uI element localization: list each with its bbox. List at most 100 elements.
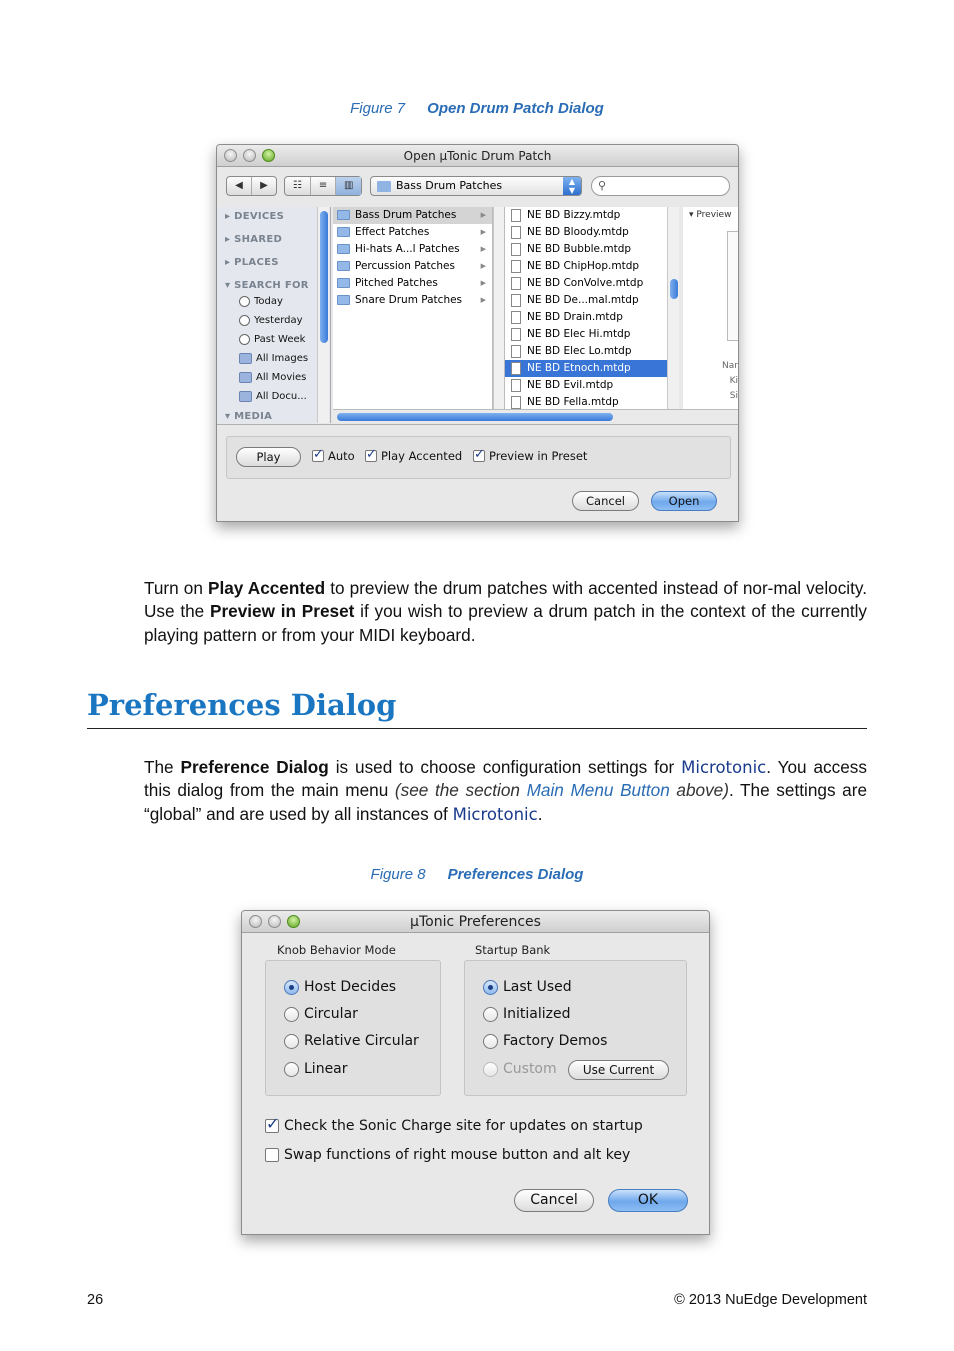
radio-factory-demos[interactable]: Factory Demos <box>483 1033 607 1049</box>
disclosure-arrow-icon: ▶ <box>480 279 486 287</box>
folder-row[interactable]: Snare Drum Patches ▶ <box>333 292 492 309</box>
preview-in-preset-checkbox[interactable]: Preview in Preset <box>473 447 587 463</box>
document-icon <box>511 379 521 392</box>
folder-icon <box>337 261 350 271</box>
scrollbar-thumb[interactable] <box>337 413 613 421</box>
play-button[interactable]: Play <box>236 447 301 467</box>
radio-relative-circular[interactable]: Relative Circular <box>284 1033 419 1049</box>
auto-checkbox[interactable]: Auto <box>312 447 355 463</box>
page-number: 26 <box>87 1292 104 1308</box>
search-input[interactable]: ⚲ <box>591 176 730 196</box>
forward-arrow-icon[interactable]: ▶ <box>252 177 276 195</box>
clock-icon <box>239 315 250 326</box>
cancel-button[interactable]: Cancel <box>572 491 639 511</box>
document-icon <box>511 209 521 222</box>
minimize-window-button[interactable] <box>243 149 256 162</box>
scrollbar-thumb[interactable] <box>320 211 328 343</box>
radio-empty-icon <box>483 1006 498 1022</box>
folder-icon <box>337 278 350 288</box>
checkbox-check-icon <box>365 447 377 462</box>
disclosure-arrow-icon: ▶ <box>480 296 486 304</box>
list-view-icon[interactable]: ≡ <box>311 177 337 195</box>
file-row[interactable]: NE BD Drain.mtdp <box>505 309 667 326</box>
figure-title: Preferences Dialog <box>447 866 584 883</box>
column-view-icon[interactable]: ▥ <box>336 177 362 195</box>
file-column-scrollbar[interactable] <box>667 207 679 409</box>
document-icon <box>511 396 521 409</box>
sidebar-section-places[interactable]: ▸ PLACES <box>225 257 330 268</box>
open-button[interactable]: Open <box>651 491 717 511</box>
startup-bank-group-label: Startup Bank <box>475 943 551 957</box>
location-label: Bass Drum Patches <box>396 179 503 192</box>
close-window-button[interactable] <box>224 149 237 162</box>
scrollbar-thumb[interactable] <box>670 279 678 299</box>
radio-last-used[interactable]: Last Used <box>483 979 572 995</box>
main-menu-button-link[interactable]: Main Menu Button <box>527 780 670 800</box>
folder-row[interactable]: Percussion Patches ▶ <box>333 258 492 275</box>
view-mode-buttons: ☷ ≡ ▥ <box>284 176 362 196</box>
title-bar: Open µTonic Drum Patch <box>217 145 738 167</box>
file-row[interactable]: NE BD ChipHop.mtdp <box>505 258 667 275</box>
ok-button[interactable]: OK <box>608 1189 688 1212</box>
minimize-window-button[interactable] <box>268 915 281 928</box>
folder-column-scrollbar[interactable] <box>493 207 505 409</box>
folder-row[interactable]: Hi-hats A...l Patches ▶ <box>333 241 492 258</box>
window-title: µTonic Preferences <box>410 914 541 930</box>
sidebar-section-shared[interactable]: ▸ SHARED <box>225 234 330 245</box>
preferences-dialog: µTonic Preferences Knob Behavior Mode Ho… <box>241 910 710 1235</box>
disclosure-arrow-icon: ▶ <box>480 228 486 236</box>
zoom-window-button[interactable] <box>287 915 300 928</box>
document-icon <box>511 277 521 290</box>
folder-row[interactable]: Bass Drum Patches ▶ <box>333 207 492 224</box>
folder-row[interactable]: Effect Patches ▶ <box>333 224 492 241</box>
preview-controls-area: Play Auto Play Accented Preview in Prese… <box>217 424 738 521</box>
section-divider <box>87 728 867 729</box>
section-title: Preferences Dialog <box>87 688 397 722</box>
title-bar: µTonic Preferences <box>242 911 709 933</box>
file-row[interactable]: NE BD Bubble.mtdp <box>505 241 667 258</box>
check-updates-checkbox[interactable]: Check the Sonic Charge site for updates … <box>265 1114 643 1134</box>
radio-linear[interactable]: Linear <box>284 1061 348 1077</box>
startup-bank-group: Last Used Initialized Factory Demos Cust… <box>464 960 687 1096</box>
smart-folder-icon <box>239 372 252 383</box>
folder-icon <box>337 295 350 305</box>
folder-icon <box>337 227 350 237</box>
file-row[interactable]: NE BD Elec Hi.mtdp <box>505 326 667 343</box>
location-popup[interactable]: Bass Drum Patches ▲ ▼ <box>370 176 582 196</box>
swap-mouse-checkbox[interactable]: Swap functions of right mouse button and… <box>265 1147 630 1163</box>
sidebar-section-search-for[interactable]: ▾ SEARCH FOR <box>225 280 330 291</box>
preview-column: ▾ Preview Nar Ki Si <box>683 207 738 409</box>
sidebar-scrollbar[interactable] <box>317 207 329 423</box>
cancel-button[interactable]: Cancel <box>514 1189 594 1212</box>
folder-row[interactable]: Pitched Patches ▶ <box>333 275 492 292</box>
figure-7-caption: Figure 7 Open Drum Patch Dialog <box>0 100 954 117</box>
close-window-button[interactable] <box>249 915 262 928</box>
open-drum-patch-dialog: Open µTonic Drum Patch ◀ ▶ ☷ ≡ ▥ Bass Dr… <box>216 144 739 522</box>
disclosure-arrow-icon: ▶ <box>480 262 486 270</box>
radio-empty-icon <box>284 1033 299 1049</box>
sidebar-section-media[interactable]: ▾ MEDIA <box>225 411 330 422</box>
figure-8-caption: Figure 8 Preferences Dialog <box>0 866 954 883</box>
file-row[interactable]: NE BD Bizzy.mtdp <box>505 207 667 224</box>
icon-view-icon[interactable]: ☷ <box>285 177 311 195</box>
document-icon <box>511 243 521 256</box>
radio-initialized[interactable]: Initialized <box>483 1006 570 1022</box>
use-current-button[interactable]: Use Current <box>568 1060 669 1080</box>
radio-host-decides[interactable]: Host Decides <box>284 979 396 995</box>
preview-info-labels: Nar Ki Si <box>722 361 738 401</box>
checkbox-check-icon <box>265 1114 279 1133</box>
file-row[interactable]: NE BD De...mal.mtdp <box>505 292 667 309</box>
play-accented-checkbox[interactable]: Play Accented <box>365 447 462 463</box>
zoom-window-button[interactable] <box>262 149 275 162</box>
radio-circular[interactable]: Circular <box>284 1006 358 1022</box>
radio-empty-icon <box>284 1006 299 1022</box>
file-row[interactable]: NE BD ConVolve.mtdp <box>505 275 667 292</box>
file-row[interactable]: NE BD Bloody.mtdp <box>505 224 667 241</box>
horizontal-scrollbar[interactable] <box>333 409 738 423</box>
file-row[interactable]: NE BD Elec Lo.mtdp <box>505 343 667 360</box>
folder-column: Bass Drum Patches ▶ Effect Patches ▶ Hi-hats… <box>333 207 493 409</box>
file-row[interactable]: NE BD Evil.mtdp <box>505 377 667 394</box>
back-arrow-icon[interactable]: ◀ <box>227 177 252 195</box>
sidebar-section-devices[interactable]: ▸ DEVICES <box>225 211 330 222</box>
file-row[interactable]: NE BD Etnoch.mtdp <box>505 360 667 377</box>
